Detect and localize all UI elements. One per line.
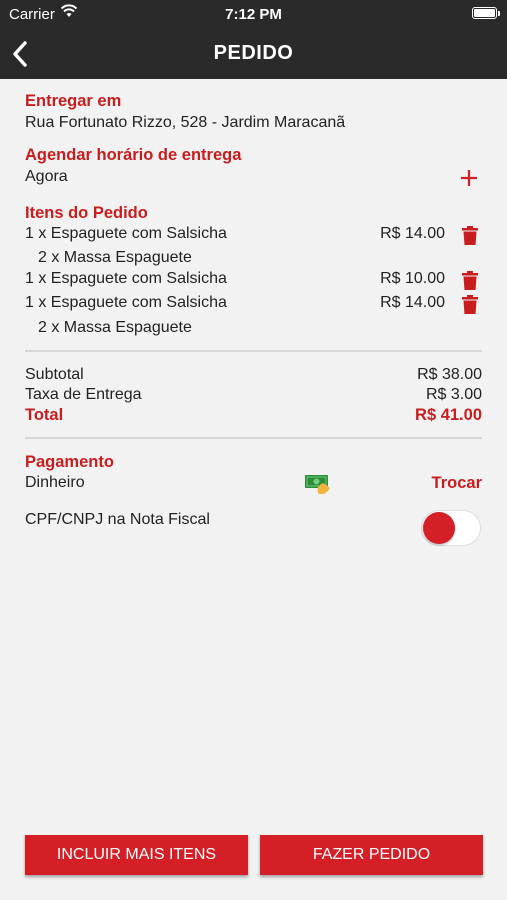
delivery-label: Entregar em xyxy=(25,92,122,110)
cash-money-icon xyxy=(305,475,330,494)
order-item-subitem: 2 x Massa Espaguete xyxy=(38,249,192,266)
clock: 7:12 PM xyxy=(225,6,282,23)
delivery-address[interactable]: Rua Fortunato Rizzo, 528 - Jardim Maraca… xyxy=(25,114,345,132)
delete-item-trash-icon[interactable] xyxy=(462,295,478,314)
add-more-items-button[interactable]: INCLUIR MAIS ITENS xyxy=(25,835,248,875)
cpf-label: CPF/CNPJ na Nota Fiscal xyxy=(25,511,210,528)
payment-label: Pagamento xyxy=(25,453,114,471)
delete-item-trash-icon[interactable] xyxy=(462,271,478,290)
status-bar: Carrier 7:12 PM xyxy=(0,0,507,28)
order-item-price: R$ 14.00 xyxy=(380,294,445,311)
order-item-name: 1 x Espaguete com Salsicha xyxy=(25,270,227,287)
battery-icon xyxy=(472,7,500,19)
items-label: Itens do Pedido xyxy=(25,204,148,222)
place-order-button[interactable]: FAZER PEDIDO xyxy=(260,835,483,875)
page-title: PEDIDO xyxy=(213,42,294,64)
total-value: R$ 41.00 xyxy=(415,406,482,424)
divider xyxy=(25,437,482,439)
delivery-fee-value: R$ 3.00 xyxy=(425,386,482,403)
nav-bar: PEDIDO xyxy=(0,28,507,79)
order-item-name: 1 x Espaguete com Salsicha xyxy=(25,294,227,311)
schedule-value: Agora xyxy=(25,168,68,185)
order-item-name: 1 x Espaguete com Salsicha xyxy=(25,225,227,242)
total-label: Total xyxy=(25,406,64,424)
delivery-fee-label: Taxa de Entrega xyxy=(25,386,142,403)
toggle-knob xyxy=(423,512,455,544)
add-schedule-plus-icon[interactable] xyxy=(460,169,478,187)
order-item-price: R$ 14.00 xyxy=(380,225,445,242)
subtotal-value: R$ 38.00 xyxy=(417,366,482,383)
subtotal-label: Subtotal xyxy=(25,366,84,383)
delete-item-trash-icon[interactable] xyxy=(462,226,478,245)
divider xyxy=(25,350,482,352)
payment-method: Dinheiro xyxy=(25,474,85,491)
change-payment-link[interactable]: Trocar xyxy=(380,474,482,493)
order-item-subitem: 2 x Massa Espaguete xyxy=(38,319,192,336)
schedule-label: Agendar horário de entrega xyxy=(25,146,242,164)
cpf-toggle[interactable] xyxy=(421,510,481,546)
order-item-price: R$ 10.00 xyxy=(380,270,445,287)
